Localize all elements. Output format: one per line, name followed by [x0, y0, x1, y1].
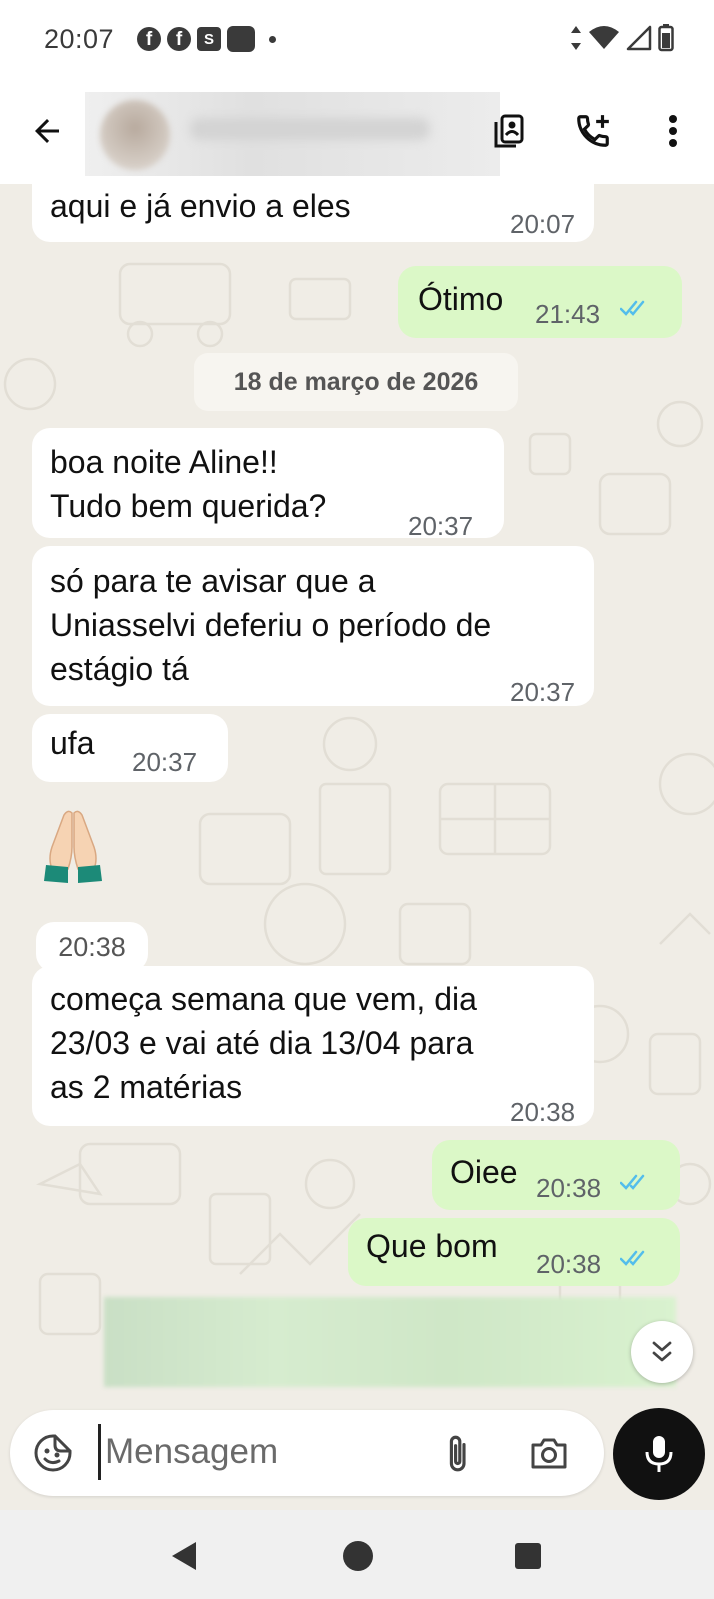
- message-time: 20:37: [132, 747, 198, 777]
- message-text: 23/03 e vai até dia 13/04 para: [50, 1025, 474, 1061]
- message-incoming[interactable]: boa noite Aline!! Tudo bem querida? 20:3…: [32, 428, 504, 541]
- app-icon: [227, 26, 255, 52]
- message-time: 20:38: [36, 922, 148, 972]
- message-text: aqui e já envio a eles: [50, 188, 351, 224]
- scroll-to-bottom-button[interactable]: [631, 1321, 693, 1383]
- message-outgoing[interactable]: Oiee 20:38: [432, 1140, 680, 1210]
- signal-icon: [626, 25, 652, 51]
- more-notifications-icon: [269, 35, 276, 43]
- message-text: Tudo bem querida?: [50, 488, 327, 524]
- message-composer: [10, 1410, 604, 1496]
- circle-home-icon: [343, 1541, 373, 1571]
- chat-header: [0, 80, 714, 184]
- message-text: ufa: [50, 725, 95, 761]
- message-outgoing[interactable]: Ótimo 21:43: [398, 266, 682, 338]
- notification-icons: f f S: [137, 26, 276, 52]
- message-incoming[interactable]: ufa 20:37: [32, 714, 228, 782]
- message-time: 20:38: [536, 1249, 602, 1279]
- microphone-icon: [645, 1436, 673, 1472]
- shopee-icon: S: [197, 27, 221, 51]
- contact-avatar[interactable]: [100, 100, 170, 170]
- double-chevron-down-icon: [652, 1341, 672, 1362]
- message-outgoing[interactable]: Que bom 20:38: [348, 1218, 680, 1286]
- read-ticks-icon: [620, 300, 645, 316]
- status-time: 20:07: [44, 24, 115, 54]
- message-text: estágio tá: [50, 651, 189, 687]
- status-bar: 20:07 f f S: [0, 0, 714, 80]
- message-incoming[interactable]: só para te avisar que a Uniasselvi defer…: [32, 546, 594, 707]
- add-call-icon: [577, 115, 609, 147]
- attach-button[interactable]: [434, 1430, 480, 1476]
- message-text: Uniasselvi deferiu o período de: [50, 607, 492, 643]
- message-time: 20:37: [408, 511, 474, 541]
- contact-card-button[interactable]: [484, 106, 534, 156]
- system-icons: [570, 24, 674, 52]
- message-time: 20:37: [510, 677, 576, 707]
- message-input[interactable]: [98, 1424, 428, 1480]
- facebook-icon: f: [167, 27, 191, 51]
- message-outgoing-blurred[interactable]: [104, 1297, 676, 1387]
- chat-area[interactable]: aqui e já envio a eles 20:07 Ótimo 21:43…: [0, 184, 714, 1484]
- message-incoming[interactable]: aqui e já envio a eles 20:07: [32, 184, 594, 242]
- read-ticks-icon: [620, 1174, 645, 1190]
- message-time: 20:38: [536, 1173, 602, 1203]
- more-options-button[interactable]: [648, 106, 698, 156]
- message-time: 20:07: [510, 209, 576, 239]
- nav-home-button[interactable]: [336, 1534, 380, 1578]
- praying-hands-emoji[interactable]: [38, 807, 108, 887]
- message-text: Ótimo: [418, 281, 504, 317]
- back-button[interactable]: [22, 106, 72, 156]
- message-text: boa noite Aline!!: [50, 444, 278, 480]
- message-time: 21:43: [535, 299, 601, 329]
- square-recents-icon: [515, 1543, 541, 1569]
- system-nav-bar: [0, 1510, 714, 1599]
- voice-message-button[interactable]: [613, 1408, 705, 1500]
- paperclip-icon: [449, 1435, 466, 1472]
- add-call-button[interactable]: [568, 106, 618, 156]
- camera-button[interactable]: [526, 1430, 572, 1476]
- nav-back-button[interactable]: [162, 1534, 206, 1578]
- message-text: Que bom: [366, 1228, 498, 1264]
- contact-card-icon: [494, 114, 524, 148]
- sticker-icon: [34, 1434, 72, 1472]
- more-vert-icon: [669, 115, 677, 147]
- message-incoming[interactable]: começa semana que vem, dia 23/03 e vai a…: [32, 966, 594, 1127]
- arrow-left-icon: [35, 119, 59, 143]
- message-text: Oiee: [450, 1154, 518, 1190]
- message-text: as 2 matérias: [50, 1069, 243, 1105]
- message-text: só para te avisar que a: [50, 563, 376, 599]
- date-separator: 18 de março de 2026: [194, 353, 518, 411]
- camera-icon: [531, 1438, 567, 1469]
- read-ticks-icon: [620, 1250, 645, 1266]
- battery-icon: [658, 24, 674, 52]
- triangle-back-icon: [172, 1542, 196, 1570]
- nav-recents-button[interactable]: [506, 1534, 550, 1578]
- facebook-icon: f: [137, 27, 161, 51]
- data-arrows-icon: [571, 26, 581, 50]
- sticker-button[interactable]: [30, 1430, 76, 1476]
- wifi-icon: [589, 26, 619, 49]
- message-text: começa semana que vem, dia: [50, 981, 477, 1017]
- message-time: 20:38: [510, 1097, 576, 1127]
- contact-name-blurred: [190, 118, 430, 140]
